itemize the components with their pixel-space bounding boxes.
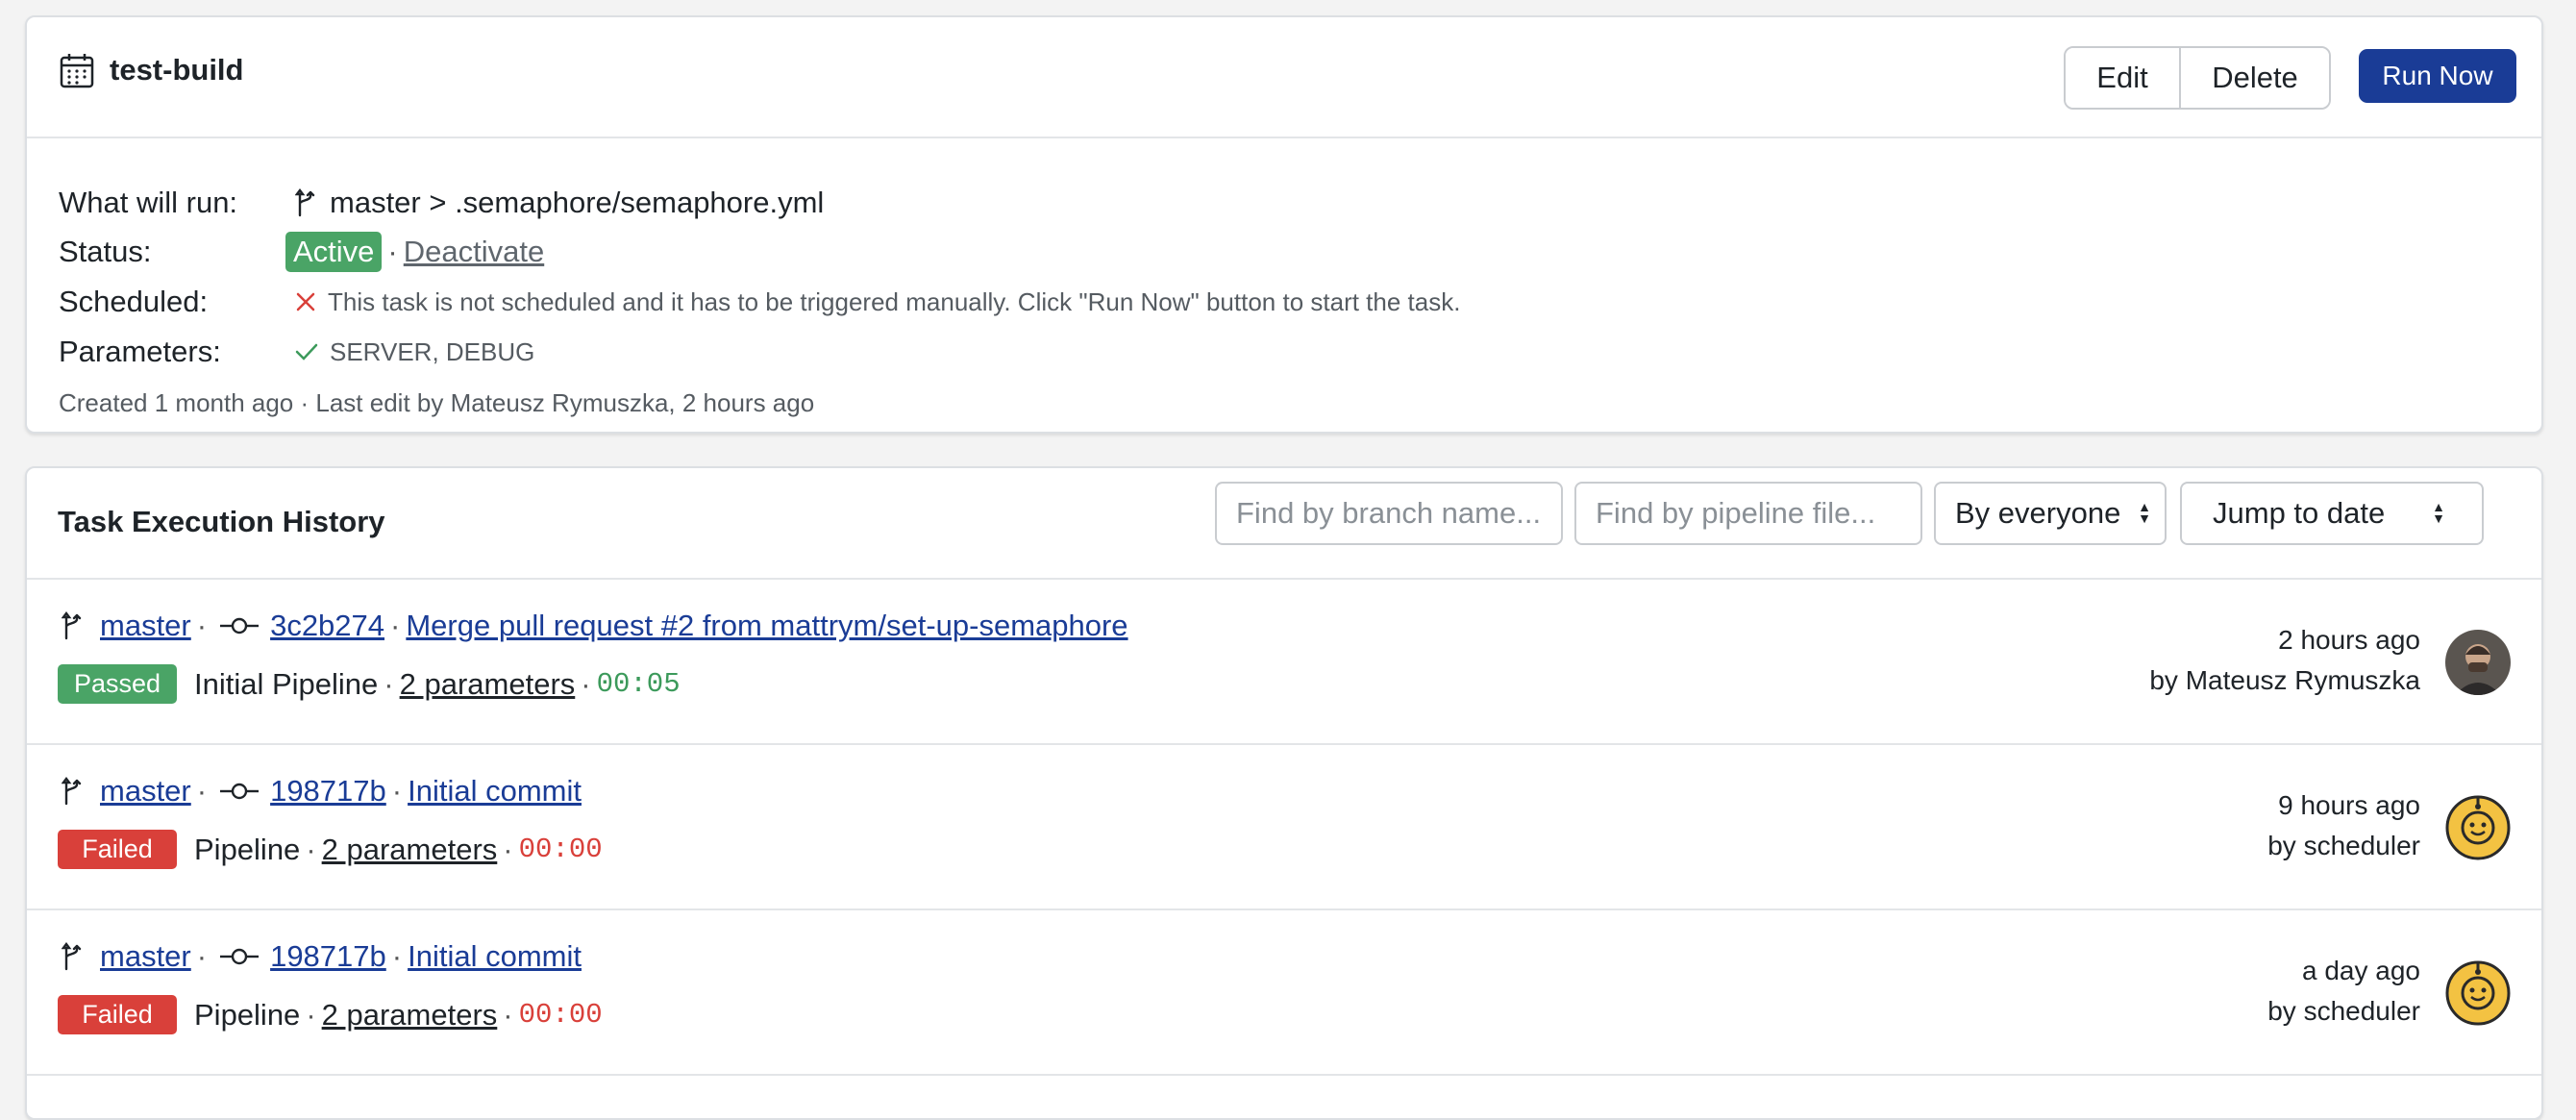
jump-to-date-select[interactable]: Jump to date ▲ ▼ [2180,482,2484,545]
status-badge: Passed [58,664,177,704]
branch-icon [62,942,83,971]
select-arrows-icon: ▲ ▼ [2432,499,2445,526]
parameters-link[interactable]: 2 parameters [322,998,498,1033]
task-meta: Created 1 month ago · Last edit by Mateu… [59,388,815,417]
separator-dot: · [196,939,208,973]
pipeline-search-input[interactable] [1574,482,1922,545]
check-icon [295,342,318,361]
execution-commit-line: master · 3c2b274 · Merge pull request #2… [62,609,1128,643]
separator-dot: · [391,774,403,808]
task-title: test-build [110,53,244,87]
commit-message-link[interactable]: Initial commit [408,939,582,974]
scheduled-value-wrap: This task is not scheduled and it has to… [295,287,1460,317]
task-card: test-build Edit Delete Run Now What will… [25,15,2543,434]
execution-row: master · 198717b · Initial commit Failed… [27,745,2541,910]
pipeline-name: Initial Pipeline [194,666,379,701]
scheduled-value: This task is not scheduled and it has to… [328,286,1461,316]
commit-sha-link[interactable]: 3c2b274 [270,609,384,643]
status-badge: Failed [58,830,177,869]
duration: 00:05 [596,668,681,700]
status-badge: Failed [58,995,177,1034]
pipeline-name: Pipeline [194,997,301,1032]
author-select[interactable]: By everyone ▲ ▼ [1934,482,2167,545]
separator-dot: · [390,609,401,642]
status-badge: Active [285,232,383,272]
execution-time: a day ago [2302,956,2420,985]
bot-avatar-icon [2445,960,2511,1026]
bot-avatar-icon [2445,795,2511,860]
select-arrows-icon: ▲ ▼ [2138,499,2151,526]
branch-icon [62,777,83,806]
execution-author: by scheduler [2267,996,2420,1026]
execution-meta: 9 hours ago by scheduler [2267,785,2420,866]
duration: 00:00 [518,999,603,1031]
commit-icon [220,616,260,635]
separator-dot: · [387,235,398,268]
branch-link[interactable]: master [100,774,191,809]
parameters-value: SERVER, DEBUG [330,336,535,366]
commit-message-link[interactable]: Merge pull request #2 from mattrym/set-u… [406,609,1127,643]
pipeline-name: Pipeline [194,832,301,866]
execution-author: by Mateusz Rymuszka [2149,665,2420,695]
separator-dot: · [503,832,513,866]
execution-author: by scheduler [2267,831,2420,860]
branch-search-input[interactable] [1215,482,1563,545]
separator-dot: · [196,609,208,642]
parameters-link[interactable]: 2 parameters [322,833,498,867]
branch-icon [295,188,316,217]
parameters-link[interactable]: 2 parameters [400,667,576,702]
separator-dot: · [581,666,591,701]
delete-button[interactable]: Delete [2181,48,2329,108]
parameters-value-wrap: SERVER, DEBUG [295,337,534,367]
commit-sha-link[interactable]: 198717b [270,774,386,809]
execution-pipeline-line: Passed Initial Pipeline · 2 parameters ·… [58,664,681,704]
parameters-label: Parameters: [59,335,221,368]
duration: 00:00 [518,834,603,865]
jump-to-date-value: Jump to date [2213,496,2386,530]
run-now-button[interactable]: Run Now [2359,49,2516,103]
task-title-wrap: test-build [60,52,244,88]
what-will-run-value: master > .semaphore/semaphore.yml [330,186,825,219]
execution-pipeline-line: Failed Pipeline · 2 parameters · 00:00 [58,995,603,1034]
execution-meta: 2 hours ago by Mateusz Rymuszka [2149,620,2420,701]
author-select-value: By everyone [1955,496,2121,530]
execution-commit-line: master · 198717b · Initial commit [62,939,582,974]
separator-dot: · [503,997,513,1032]
close-icon [295,291,316,312]
separator-dot: · [306,832,316,866]
calendar-icon [60,52,94,88]
edit-button[interactable]: Edit [2066,48,2181,108]
task-action-group: Edit Delete [2064,46,2331,110]
history-header: Task Execution History By everyone ▲▼ Ju… [27,468,2541,580]
execution-row: master · 3c2b274 · Merge pull request #2… [27,580,2541,745]
commit-icon [220,782,260,801]
execution-meta: a day ago by scheduler [2267,951,2420,1032]
what-will-run-value-wrap: master > .semaphore/semaphore.yml [295,186,824,220]
execution-pipeline-line: Failed Pipeline · 2 parameters · 00:00 [58,830,603,869]
history-card: Task Execution History By everyone ▲▼ Ju… [25,466,2543,1120]
execution-time: 2 hours ago [2278,625,2420,655]
user-avatar [2445,630,2511,695]
execution-row: master · 198717b · Initial commit Failed… [27,910,2541,1076]
execution-commit-line: master · 198717b · Initial commit [62,774,582,809]
separator-dot: · [391,939,403,973]
branch-link[interactable]: master [100,609,191,643]
separator-dot: · [196,774,208,808]
commit-icon [220,947,260,966]
commit-message-link[interactable]: Initial commit [408,774,582,809]
separator-dot: · [306,997,316,1032]
status-value-wrap: Active · Deactivate [285,232,544,272]
execution-time: 9 hours ago [2278,790,2420,820]
deactivate-link[interactable]: Deactivate [404,235,544,269]
task-header: test-build Edit Delete Run Now [27,17,2541,138]
scheduled-label: Scheduled: [59,285,209,318]
what-will-run-label: What will run: [59,186,238,219]
separator-dot: · [384,666,394,701]
branch-link[interactable]: master [100,939,191,974]
status-label: Status: [59,235,152,268]
history-title: Task Execution History [58,505,385,538]
branch-icon [62,611,83,640]
commit-sha-link[interactable]: 198717b [270,939,386,974]
